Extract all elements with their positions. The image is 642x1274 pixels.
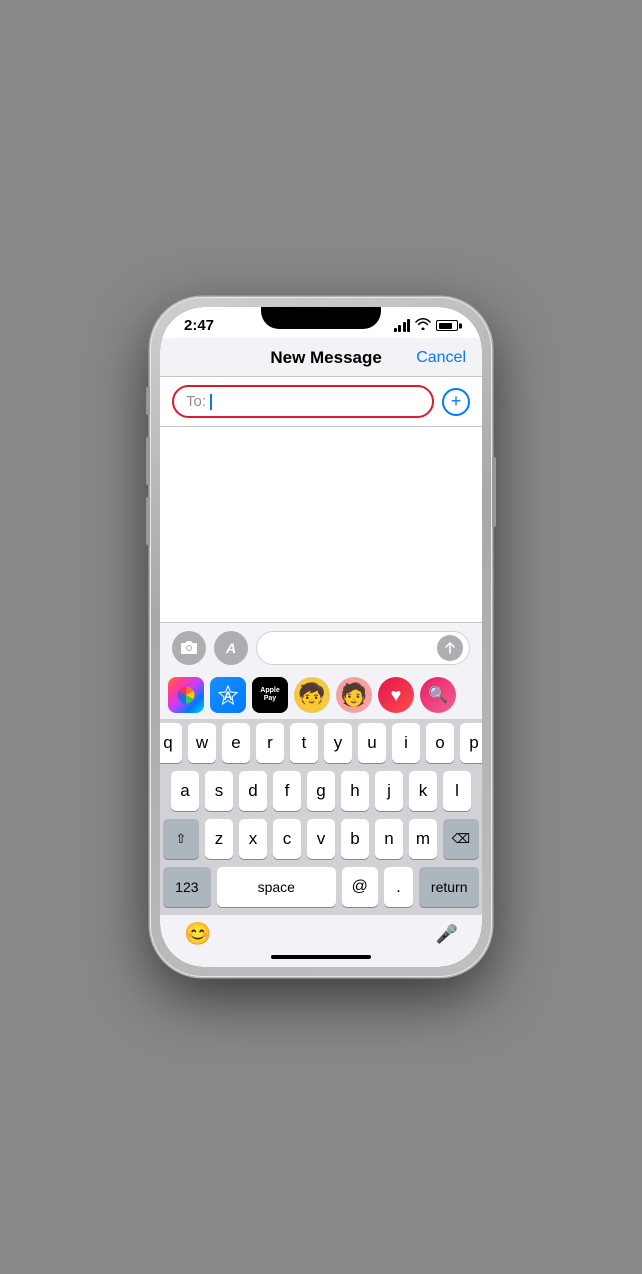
emoji-button[interactable]: 😊 [184, 921, 211, 947]
volume-up-button[interactable] [146, 437, 150, 485]
camera-button[interactable] [172, 631, 206, 665]
signal-icon [394, 319, 411, 332]
key-b[interactable]: b [341, 819, 369, 859]
mic-button[interactable]: 🎤 [436, 924, 458, 945]
add-contact-button[interactable]: + [442, 388, 470, 416]
numbers-key[interactable]: 123 [163, 867, 211, 907]
photos-app-icon[interactable] [168, 677, 204, 713]
to-label: To: [186, 393, 206, 410]
phone-screen: 2:47 [160, 307, 482, 967]
battery-fill [439, 323, 453, 329]
status-icons [394, 318, 459, 333]
power-button[interactable] [492, 457, 496, 527]
key-z[interactable]: z [205, 819, 233, 859]
message-input[interactable] [256, 631, 470, 665]
key-e[interactable]: e [222, 723, 250, 763]
mute-button[interactable] [146, 387, 150, 415]
key-y[interactable]: y [324, 723, 352, 763]
key-u[interactable]: u [358, 723, 386, 763]
keyboard: q w e r t y u i o p a s d f g h [160, 719, 482, 915]
shift-key[interactable]: ⇧ [163, 819, 199, 859]
key-t[interactable]: t [290, 723, 318, 763]
volume-down-button[interactable] [146, 497, 150, 545]
key-c[interactable]: c [273, 819, 301, 859]
key-d[interactable]: d [239, 771, 267, 811]
toolbar: A [160, 622, 482, 673]
to-input-field[interactable]: To: [172, 385, 434, 418]
space-key[interactable]: space [217, 867, 336, 907]
key-k[interactable]: k [409, 771, 437, 811]
key-w[interactable]: w [188, 723, 216, 763]
message-area[interactable] [160, 427, 482, 622]
wifi-icon [415, 318, 431, 333]
applepay-app-icon[interactable]: ApplePay [252, 677, 288, 713]
nav-title: New Message [270, 348, 382, 368]
delete-key[interactable]: ⌫ [443, 819, 479, 859]
home-bar[interactable] [271, 955, 371, 959]
memoji1-app-icon[interactable]: 🧒 [294, 677, 330, 713]
at-key[interactable]: @ [342, 867, 378, 907]
key-o[interactable]: o [426, 723, 454, 763]
app-store-button[interactable]: A [214, 631, 248, 665]
keyboard-row-3: ⇧ z x c v b n m ⌫ [163, 819, 479, 859]
memoji2-app-icon[interactable]: 🧑 [336, 677, 372, 713]
key-n[interactable]: n [375, 819, 403, 859]
nav-bar: New Message Cancel [160, 338, 482, 377]
return-key[interactable]: return [419, 867, 479, 907]
app-strip: A ApplePay 🧒 🧑 ♥ [160, 673, 482, 719]
key-q[interactable]: q [160, 723, 182, 763]
heart-app-icon[interactable]: ♥ [378, 677, 414, 713]
home-indicator-area [160, 951, 482, 967]
key-i[interactable]: i [392, 723, 420, 763]
key-j[interactable]: j [375, 771, 403, 811]
key-r[interactable]: r [256, 723, 284, 763]
appstore-app-icon[interactable]: A [210, 677, 246, 713]
keyboard-row-4: 123 space @ . return [163, 867, 479, 907]
cancel-button[interactable]: Cancel [416, 349, 466, 367]
notch [261, 307, 381, 329]
dot-key[interactable]: . [384, 867, 414, 907]
globe-app-icon[interactable]: 🔍 [420, 677, 456, 713]
key-h[interactable]: h [341, 771, 369, 811]
keyboard-row-2: a s d f g h j k l [163, 771, 479, 811]
screen-content: 2:47 [160, 307, 482, 967]
svg-text:A: A [224, 689, 233, 703]
key-m[interactable]: m [409, 819, 437, 859]
key-x[interactable]: x [239, 819, 267, 859]
battery-icon [436, 320, 458, 331]
status-time: 2:47 [184, 317, 214, 334]
key-s[interactable]: s [205, 771, 233, 811]
cursor [210, 394, 212, 410]
key-l[interactable]: l [443, 771, 471, 811]
bottom-bar: 😊 🎤 [160, 915, 482, 951]
phone-frame: 2:47 [150, 297, 492, 977]
key-p[interactable]: p [460, 723, 482, 763]
send-button[interactable] [437, 635, 463, 661]
key-g[interactable]: g [307, 771, 335, 811]
key-a[interactable]: a [171, 771, 199, 811]
to-field-container: To: + [160, 377, 482, 427]
key-f[interactable]: f [273, 771, 301, 811]
keyboard-row-1: q w e r t y u i o p [163, 723, 479, 763]
key-v[interactable]: v [307, 819, 335, 859]
